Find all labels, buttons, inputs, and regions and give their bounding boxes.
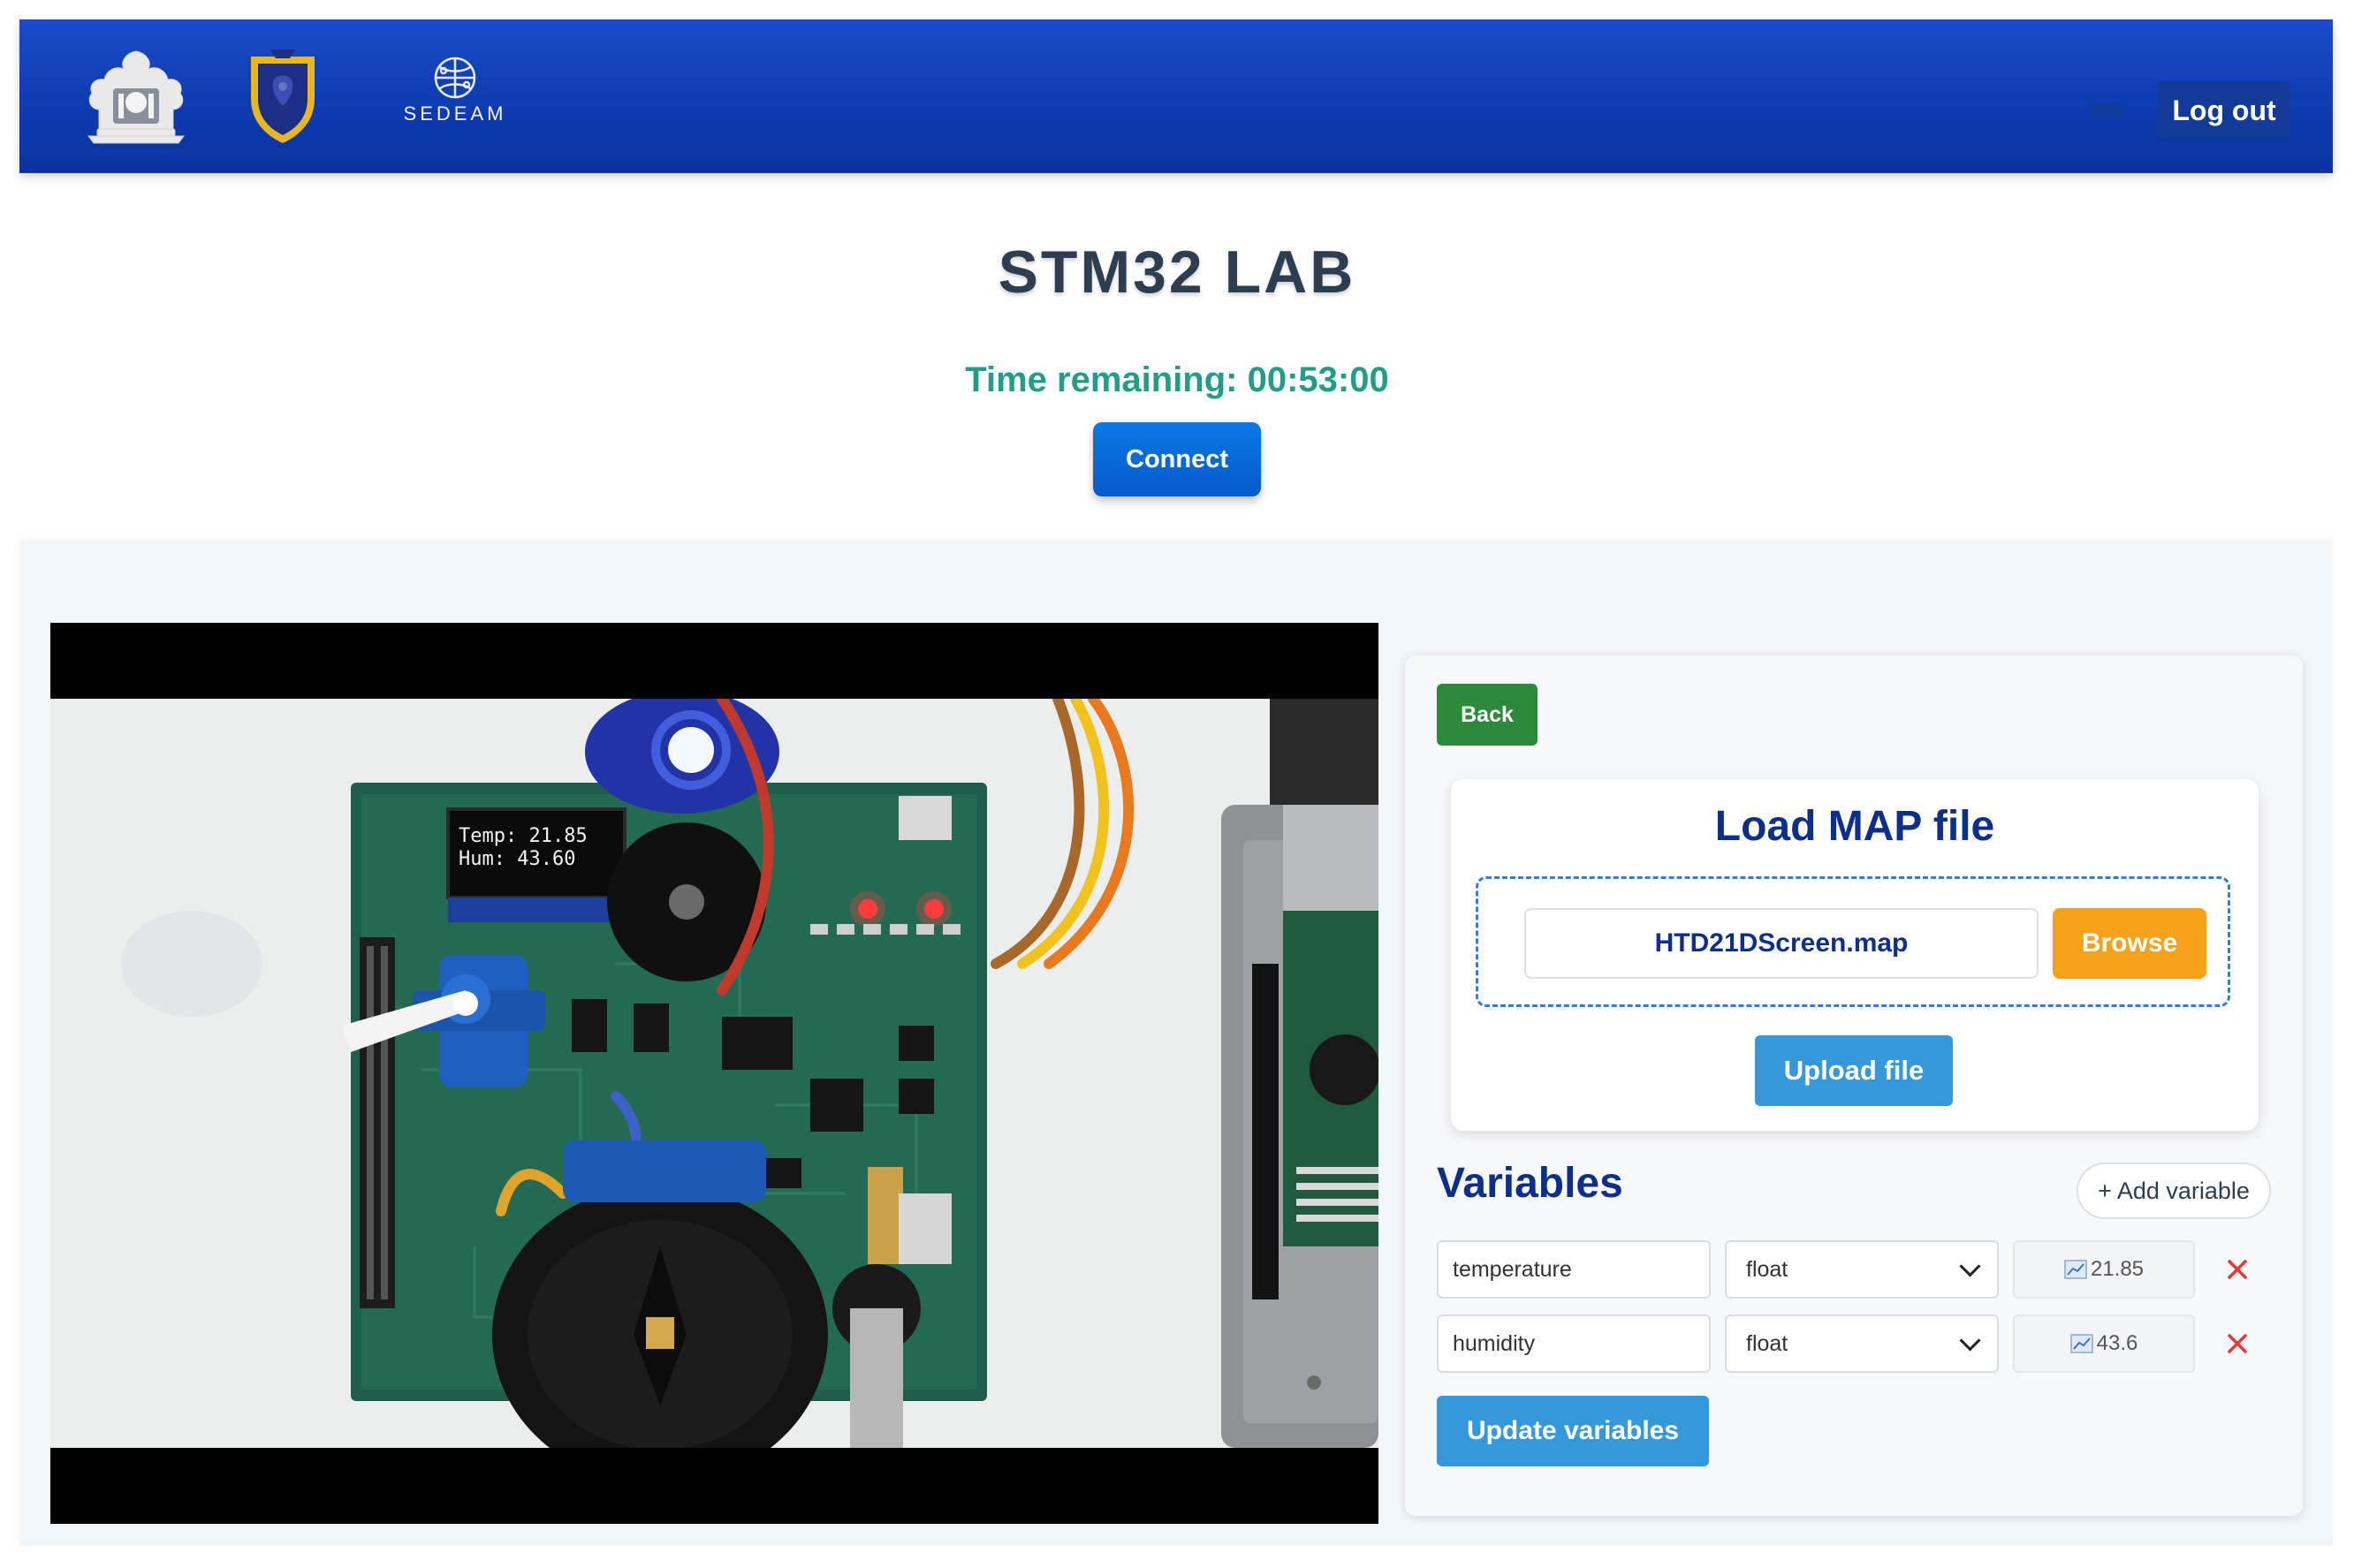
variable-type-select[interactable]: float xyxy=(1725,1314,1999,1373)
camera-frame: Temp: 21.85 Hum: 43.60 xyxy=(50,699,1378,1448)
update-variables-button[interactable]: Update variables xyxy=(1437,1396,1709,1466)
file-dropzone[interactable]: Browse xyxy=(1476,876,2230,1007)
oled-line-hum: Hum: 43.60 xyxy=(459,848,575,870)
control-card: Back Load MAP file Browse Upload file Va… xyxy=(1405,655,2303,1516)
time-remaining: Time remaining: 00:53:00 xyxy=(965,360,1389,399)
connect-button[interactable]: Connect xyxy=(1093,422,1261,496)
variable-name-input[interactable] xyxy=(1437,1314,1711,1373)
camera-feed[interactable]: Temp: 21.85 Hum: 43.60 xyxy=(50,623,1378,1524)
variable-type-value: float xyxy=(1746,1330,1788,1356)
upload-file-button[interactable]: Upload file xyxy=(1755,1035,1953,1106)
variable-type-value: float xyxy=(1746,1256,1788,1282)
chart-line-icon xyxy=(2069,1334,2093,1353)
header-indicator xyxy=(2091,103,2122,117)
variable-value: 21.85 xyxy=(2090,1257,2145,1281)
chart-line-icon xyxy=(2064,1260,2087,1279)
variable-value-display: 21.85 xyxy=(2013,1240,2195,1299)
close-icon[interactable] xyxy=(2209,1314,2266,1373)
variables-title: Variables xyxy=(1437,1160,1623,1207)
top-navbar: SEDEAM Log out xyxy=(19,19,2333,173)
file-name-field[interactable] xyxy=(1524,908,2039,979)
chevron-down-icon xyxy=(1959,1254,1981,1277)
variable-name-input[interactable] xyxy=(1437,1240,1711,1299)
sedeam-logo: SEDEAM xyxy=(389,44,521,148)
variable-type-select[interactable]: float xyxy=(1725,1240,1999,1299)
browse-button[interactable]: Browse xyxy=(2053,908,2206,979)
variable-row: float 21.85 xyxy=(1437,1240,2285,1299)
add-variable-button[interactable]: + Add variable xyxy=(2077,1163,2271,1219)
shield-logo xyxy=(239,44,327,148)
chevron-down-icon xyxy=(1959,1329,1981,1352)
sedeam-logo-text: SEDEAM xyxy=(404,102,507,125)
oled-line-temp: Temp: 21.85 xyxy=(459,825,588,847)
logout-button[interactable]: Log out xyxy=(2158,81,2290,140)
variable-value: 43.6 xyxy=(2096,1331,2138,1355)
unam-crest-logo xyxy=(80,44,193,148)
variable-value-display: 43.6 xyxy=(2013,1314,2195,1373)
back-button[interactable]: Back xyxy=(1437,684,1538,746)
load-map-card: Load MAP file Browse Upload file xyxy=(1451,779,2259,1131)
page-title: STM32 LAB xyxy=(998,239,1356,306)
variable-row: float 43.6 xyxy=(1437,1314,2285,1373)
load-map-title: Load MAP file xyxy=(1714,803,1995,850)
close-icon[interactable] xyxy=(2209,1240,2266,1299)
